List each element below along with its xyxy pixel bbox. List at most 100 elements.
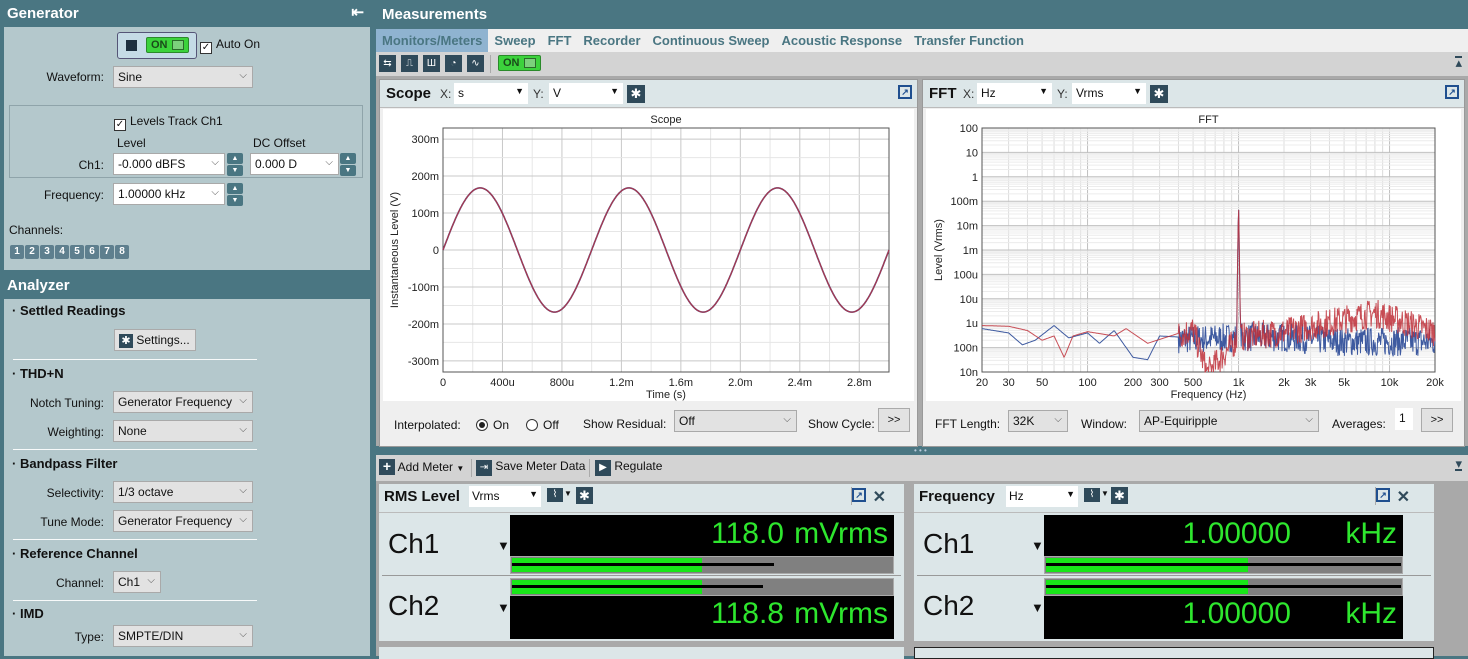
show-residual-select[interactable]: Off ⌵ <box>674 410 797 432</box>
fft-titlebar: FFT X: Hz ▼ Y: Vrms ▼ ✱ ↗ <box>923 80 1464 108</box>
dc-offset-stepper[interactable]: ▲ ▼ <box>340 153 356 176</box>
channel-button[interactable]: 4 <box>55 245 69 259</box>
reference-channel-select[interactable]: Ch1 ⌵ <box>113 571 161 593</box>
scope-icon[interactable]: ⎍ <box>401 55 418 72</box>
y-tick-label: 1 <box>972 172 978 184</box>
gear-icon[interactable]: ✱ <box>1111 487 1128 504</box>
window-value: AP-Equiripple <box>1144 414 1218 428</box>
caret-down-icon[interactable]: ▼ <box>1101 489 1109 498</box>
gear-icon[interactable]: ✱ <box>576 487 593 504</box>
up-arrow-icon[interactable]: ▲ <box>340 153 356 164</box>
scope-y-unit-select[interactable]: V ▼ <box>549 83 623 104</box>
thdn-header[interactable]: · THD+N <box>12 366 64 381</box>
frequency-input[interactable]: 1.00000 kHz ⌵ <box>113 183 225 205</box>
meter-unit-select[interactable]: Vrms ▼ <box>469 486 541 507</box>
splitter[interactable]: • • • <box>376 447 1468 455</box>
up-arrow-icon[interactable]: ▲ <box>227 153 243 164</box>
channel-dropdown-icon[interactable]: ▼ <box>497 600 510 615</box>
auto-on-checkbox[interactable]: ✓ Auto On <box>200 37 260 54</box>
down-arrow-icon[interactable]: ▼ <box>227 195 243 206</box>
close-icon[interactable]: ✕ <box>873 487 886 507</box>
bandpass-header[interactable]: · Bandpass Filter <box>12 456 117 471</box>
chevron-down-icon: ⌵ <box>1305 414 1313 425</box>
level-stepper[interactable]: ▲ ▼ <box>227 153 243 176</box>
popout-icon[interactable]: ↗ <box>898 85 912 99</box>
popout-icon[interactable]: ↗ <box>1445 85 1459 99</box>
gear-icon[interactable]: ✱ <box>627 85 645 103</box>
graph-icon[interactable]: ⌇ <box>1084 488 1100 502</box>
tune-mode-select[interactable]: Generator Frequency ⌵ <box>113 510 253 532</box>
collapse-panel-icon[interactable]: ⇤ <box>351 3 364 21</box>
interpolated-off-radio[interactable]: Off <box>526 418 559 432</box>
channel-button[interactable]: 6 <box>85 245 99 259</box>
frequency-stepper[interactable]: ▲ ▼ <box>227 183 243 206</box>
tab-monitors-meters[interactable]: Monitors/Meters <box>376 29 489 52</box>
levels-track-checkbox[interactable]: ✓ Levels Track Ch1 <box>114 114 223 131</box>
channel-button[interactable]: 8 <box>115 245 129 259</box>
channel-button[interactable]: 5 <box>70 245 84 259</box>
meter-unit-select[interactable]: Hz ▼ <box>1006 486 1078 507</box>
averages-input[interactable]: 1 <box>1395 408 1413 430</box>
x-tick-label: 1.6m <box>669 377 693 389</box>
analyzer-header: Analyzer <box>0 272 372 299</box>
regulate-button[interactable]: ▶ Regulate <box>595 459 662 476</box>
fft-x-unit-select[interactable]: Hz ▼ <box>977 83 1052 104</box>
imd-header[interactable]: · IMD <box>12 606 44 621</box>
add-meter-button[interactable]: + Add Meter ▼ <box>379 459 464 475</box>
clock-icon[interactable]: ◔ <box>445 55 462 72</box>
imd-type-select[interactable]: SMPTE/DIN ⌵ <box>113 625 253 647</box>
gear-icon[interactable]: ✱ <box>1150 85 1168 103</box>
interpolated-on-radio[interactable]: On <box>476 418 509 432</box>
up-arrow-icon[interactable]: ▲ <box>227 183 243 194</box>
tab-sweep[interactable]: Sweep <box>488 29 541 52</box>
reference-channel-header[interactable]: · Reference Channel <box>12 546 138 561</box>
radio-selected-icon <box>476 419 488 431</box>
fft-length-select[interactable]: 32K ⌵ <box>1008 410 1068 432</box>
settled-readings-header[interactable]: · Settled Readings <box>12 303 125 318</box>
channel-button[interactable]: 1 <box>10 245 24 259</box>
x-tick-label: 2.0m <box>728 377 752 389</box>
channel-button[interactable]: 7 <box>100 245 114 259</box>
window-select[interactable]: AP-Equiripple ⌵ <box>1139 410 1319 432</box>
tab-transfer-function[interactable]: Transfer Function <box>908 29 1030 52</box>
scope-more-button[interactable]: >> <box>878 408 910 432</box>
channel-dropdown-icon[interactable]: ▼ <box>497 538 510 553</box>
fft-more-button[interactable]: >> <box>1421 408 1453 432</box>
close-icon[interactable]: ✕ <box>1397 487 1410 507</box>
measurement-on-button[interactable]: ON <box>498 55 541 71</box>
caret-down-icon[interactable]: ▼ <box>564 489 572 498</box>
collapse-down-icon[interactable]: ▾ <box>1455 457 1462 471</box>
x-tick-label: 20k <box>1426 377 1444 389</box>
channel-button[interactable]: 3 <box>40 245 54 259</box>
channel-dropdown-icon[interactable]: ▼ <box>1031 600 1044 615</box>
popout-icon[interactable]: ↗ <box>852 488 866 502</box>
x-tick-label: 30 <box>1002 377 1014 389</box>
fft-icon[interactable]: Ш <box>423 55 440 72</box>
channel-dropdown-icon[interactable]: ▼ <box>1031 538 1044 553</box>
tab-continuous-sweep[interactable]: Continuous Sweep <box>647 29 776 52</box>
level-input[interactable]: -0.000 dBFS ⌵ <box>113 153 225 175</box>
fft-y-unit-select[interactable]: Vrms ▼ <box>1072 83 1146 104</box>
generator-on-button[interactable]: ON <box>117 32 197 59</box>
y-tick-label: 10 <box>966 147 978 159</box>
popout-icon[interactable]: ↗ <box>1376 488 1390 502</box>
waveform-select[interactable]: Sine ⌵ <box>113 66 253 88</box>
swap-arrows-icon[interactable]: ⇆ <box>379 55 396 72</box>
notch-tuning-select[interactable]: Generator Frequency ⌵ <box>113 391 253 413</box>
tab-acoustic-response[interactable]: Acoustic Response <box>776 29 909 52</box>
scope-x-unit-select[interactable]: s ▼ <box>454 83 528 104</box>
collapse-up-icon[interactable]: ▴ <box>1455 56 1462 69</box>
tab-fft[interactable]: FFT <box>542 29 578 52</box>
settings-button[interactable]: ✱ Settings... <box>114 329 196 351</box>
channel-button[interactable]: 2 <box>25 245 39 259</box>
down-arrow-icon[interactable]: ▼ <box>227 165 243 176</box>
selectivity-select[interactable]: 1/3 octave ⌵ <box>113 481 253 503</box>
partial-meter <box>914 647 1434 659</box>
add-trace-icon[interactable]: ∿ <box>467 55 484 72</box>
down-arrow-icon[interactable]: ▼ <box>340 165 356 176</box>
weighting-select[interactable]: None ⌵ <box>113 420 253 442</box>
dc-offset-input[interactable]: 0.000 D ⌵ <box>250 153 339 175</box>
tab-recorder[interactable]: Recorder <box>577 29 646 52</box>
graph-icon[interactable]: ⌇ <box>547 488 563 502</box>
save-meter-data-button[interactable]: ⇥ Save Meter Data <box>476 459 585 476</box>
